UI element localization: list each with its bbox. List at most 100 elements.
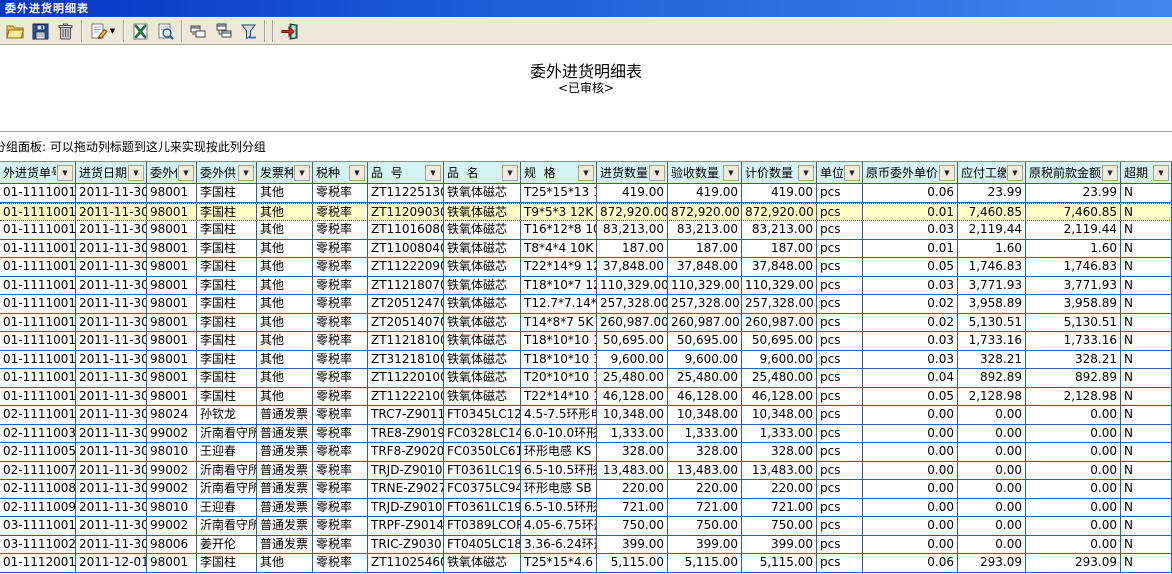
- table-cell: 2011-11-30: [76, 406, 147, 424]
- column-header-14[interactable]: 应付工缴▼: [958, 162, 1026, 183]
- filter-dropdown-icon[interactable]: ▼: [57, 165, 73, 181]
- card-view-button[interactable]: [186, 19, 211, 43]
- filter-dropdown-icon[interactable]: ▼: [1007, 165, 1023, 181]
- table-cell: pcs: [817, 221, 863, 239]
- group-layout-button[interactable]: [211, 19, 236, 43]
- column-header-10[interactable]: 验收数量▼: [668, 162, 742, 183]
- table-cell: 沂南看守所: [197, 517, 257, 535]
- column-header-6[interactable]: 品 号▼: [368, 162, 444, 183]
- table-cell: TRF8-Z90201: [368, 443, 444, 461]
- table-cell: 普通发票: [257, 462, 313, 480]
- table-cell: 2011-11-30: [76, 388, 147, 406]
- column-header-16[interactable]: 超期▼: [1121, 162, 1172, 183]
- filter-dropdown-icon[interactable]: ▼: [349, 165, 365, 181]
- table-row[interactable]: 02-11110072011-11-3099002沂南看守所普通发票零税率TRJ…: [0, 462, 1172, 481]
- table-cell: 01-1111001: [0, 221, 76, 239]
- column-header-7[interactable]: 品 名 ▼: [444, 162, 521, 183]
- filter-dropdown-icon[interactable]: ▼: [294, 165, 310, 181]
- save-button[interactable]: [28, 19, 53, 43]
- delete-button[interactable]: [53, 19, 78, 43]
- table-cell: 铁氧体磁芯: [444, 184, 521, 202]
- table-row[interactable]: 01-11110012011-11-3098001李国柱其他零税率ZT11220…: [0, 369, 1172, 388]
- column-header-8[interactable]: 规 格▼: [521, 162, 597, 183]
- column-header-2[interactable]: 委外供▼: [147, 162, 197, 183]
- table-cell: 0.00: [1026, 462, 1121, 480]
- column-header-0[interactable]: 外进货单号▼: [0, 162, 76, 183]
- column-header-15[interactable]: 原税前款金额▼: [1026, 162, 1121, 183]
- print-preview-button[interactable]: [153, 19, 178, 43]
- table-row[interactable]: 01-11110012011-11-3098001李国柱其他零税率ZT11218…: [0, 277, 1172, 296]
- exit-button[interactable]: [277, 19, 302, 43]
- table-cell: 3,771.93: [958, 277, 1026, 295]
- filter-dropdown-icon[interactable]: ▼: [178, 165, 194, 181]
- filter-dropdown-icon[interactable]: ▼: [649, 165, 665, 181]
- table-cell: ZT312181001: [368, 351, 444, 369]
- column-header-9[interactable]: 进货数量▼: [597, 162, 668, 183]
- table-cell: 50,695.00: [668, 332, 742, 350]
- table-row[interactable]: 01-11110012011-11-3098001李国柱其他零税率ZT31218…: [0, 351, 1172, 370]
- table-cell: 零税率: [313, 499, 368, 517]
- filter-dropdown-icon[interactable]: ▼: [128, 165, 144, 181]
- table-row[interactable]: 01-11110012011-11-3098001李国柱其他零税率ZT11222…: [0, 258, 1172, 277]
- table-row[interactable]: 01-11110012011-11-3098001李国柱其他零税率ZT20514…: [0, 314, 1172, 333]
- table-row[interactable]: 02-11110092011-11-3098010王迎春普通发票零税率TRJD-…: [0, 499, 1172, 518]
- table-cell: 其他: [257, 240, 313, 258]
- table-row[interactable]: 02-11110052011-11-3098010王迎春普通发票零税率TRF8-…: [0, 443, 1172, 462]
- table-row[interactable]: 02-11110082011-11-3099002沂南看守所普通发票零税率TRN…: [0, 480, 1172, 499]
- table-cell: 0.05: [863, 388, 958, 406]
- filter-dropdown-icon[interactable]: ▼: [425, 165, 441, 181]
- table-cell: 普通发票: [257, 480, 313, 498]
- table-cell: 0.00: [958, 499, 1026, 517]
- table-row[interactable]: 01-11110012011-11-3098001李国柱其他零税率ZT11225…: [0, 184, 1172, 203]
- filter-dropdown-icon[interactable]: ▼: [939, 165, 955, 181]
- group-panel-hint[interactable]: 分组面板: 可以拖动列标题到这儿来实现按此列分组: [0, 138, 266, 155]
- table-row[interactable]: 03-11110012011-11-3099002沂南看守所普通发票零税率TRP…: [0, 517, 1172, 536]
- table-cell: FC0328LC1487: [444, 425, 521, 443]
- filter-dropdown-icon[interactable]: ▼: [1153, 165, 1169, 181]
- filter-dropdown-icon[interactable]: ▼: [1102, 165, 1118, 181]
- table-row[interactable]: 02-11110012011-11-3098024孙钦龙普通发票零税率TRC7-…: [0, 406, 1172, 425]
- table-cell: 0.00: [1026, 425, 1121, 443]
- table-row[interactable]: 01-11110012011-11-3098001李国柱其他零税率ZT11222…: [0, 388, 1172, 407]
- column-header-13[interactable]: 原币委外单价▼: [863, 162, 958, 183]
- filter-dropdown-icon[interactable]: ▼: [723, 165, 739, 181]
- column-header-4[interactable]: 发票种▼: [257, 162, 313, 183]
- table-cell: 铁氧体磁芯: [444, 332, 521, 350]
- filter-dropdown-icon[interactable]: ▼: [238, 165, 254, 181]
- table-cell: 99002: [147, 480, 197, 498]
- filter-dropdown-icon[interactable]: ▼: [798, 165, 814, 181]
- table-cell: 零税率: [313, 351, 368, 369]
- column-header-3[interactable]: 委外供▼: [197, 162, 257, 183]
- table-cell: pcs: [817, 314, 863, 332]
- column-header-1[interactable]: 进货日期▼: [76, 162, 147, 183]
- filter-dropdown-icon[interactable]: ▼: [578, 165, 594, 181]
- table-row[interactable]: 01-11110012011-11-3098001李国柱其他零税率ZT20512…: [0, 295, 1172, 314]
- filter-dropdown-icon[interactable]: ▼: [502, 165, 518, 181]
- column-header-label: 品 名: [447, 164, 479, 181]
- design-dropdown-arrow-icon[interactable]: ▼: [110, 27, 115, 35]
- column-header-12[interactable]: 单位▼: [817, 162, 863, 183]
- table-cell: 李国柱: [197, 351, 257, 369]
- table-row[interactable]: 03-11110022011-11-3098006姜开伦普通发票零税率TRIC-…: [0, 536, 1172, 555]
- table-row[interactable]: 01-11110012011-11-3098001李国柱其他零税率ZT11209…: [0, 203, 1172, 222]
- table-row[interactable]: 01-11110012011-11-3098001李国柱其他零税率ZT11008…: [0, 240, 1172, 259]
- toolbar-separator: [81, 20, 83, 42]
- open-button[interactable]: [3, 19, 28, 43]
- column-header-5[interactable]: 税种▼: [313, 162, 368, 183]
- export-excel-button[interactable]: [128, 19, 153, 43]
- design-button[interactable]: ▼: [86, 19, 120, 43]
- table-row[interactable]: 01-11110012011-11-3098001李国柱其他零税率ZT11016…: [0, 221, 1172, 240]
- column-header-11[interactable]: 计价数量▼: [742, 162, 817, 183]
- table-cell: T22*14*10 12: [521, 388, 597, 406]
- table-row[interactable]: 01-11120012011-12-0198001李国柱其他零税率ZT11025…: [0, 554, 1172, 573]
- table-cell: 5,115.00: [597, 554, 668, 572]
- table-row[interactable]: 01-11110012011-11-3098001李国柱其他零税率ZT11218…: [0, 332, 1172, 351]
- table-cell: pcs: [817, 277, 863, 295]
- table-row[interactable]: 02-11110032011-11-3099002沂南看守所普通发票零税率TRE…: [0, 425, 1172, 444]
- table-cell: 220.00: [668, 480, 742, 498]
- filter-dropdown-icon[interactable]: ▼: [844, 165, 860, 181]
- table-cell: 01-1111001: [0, 258, 76, 276]
- column-header-label: 发票种: [260, 164, 293, 181]
- table-cell: N: [1121, 536, 1172, 554]
- filter-button[interactable]: [236, 19, 261, 43]
